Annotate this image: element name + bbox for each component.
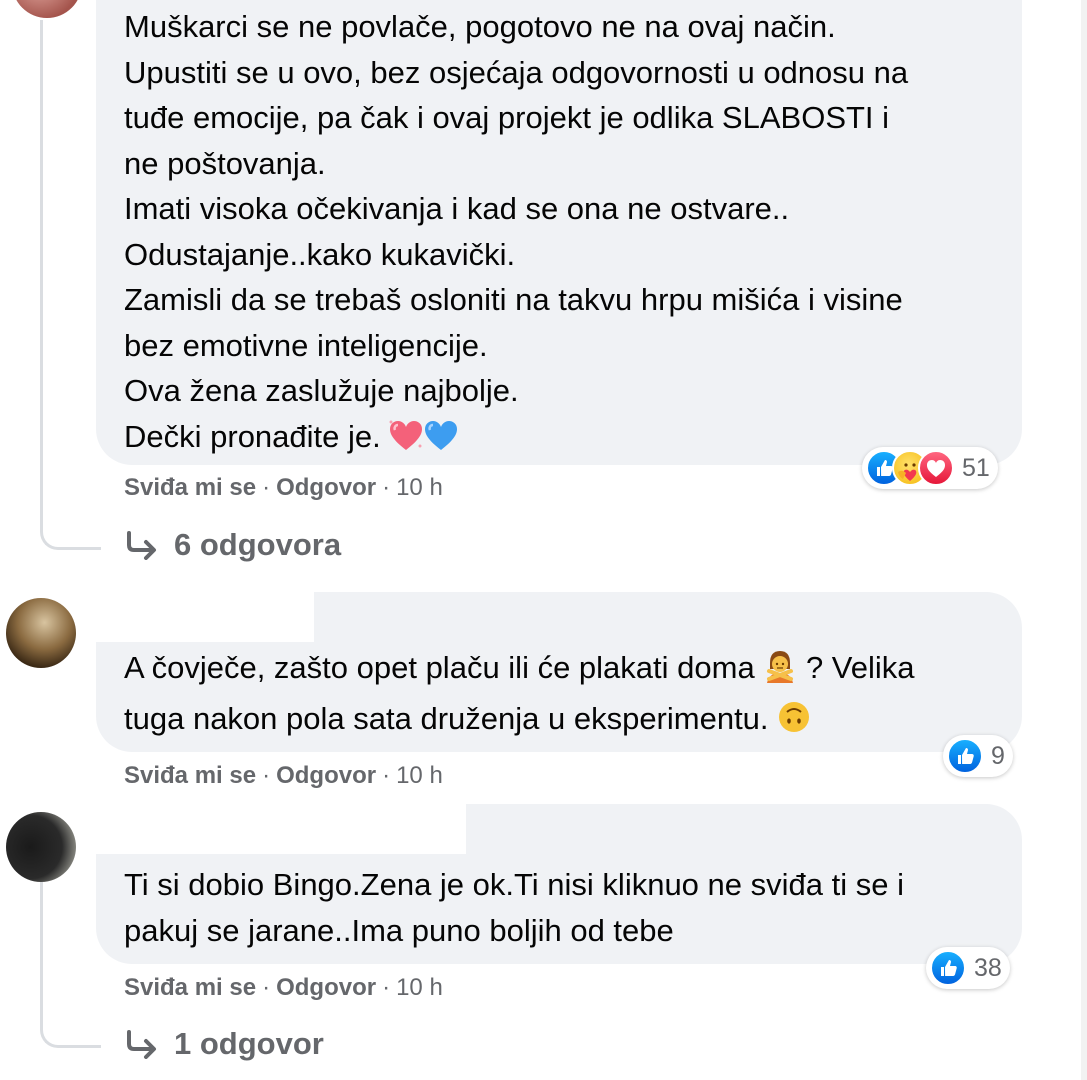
comment-text-line: Ti si dobio Bingo.Zena je ok.Ti nisi kli… [124,867,904,902]
thread-line [40,880,43,1020]
reply-arrow-icon [124,530,160,560]
replies-count-label: 1 odgovor [174,1026,324,1061]
comment-text-line: Odustajanje..kako kukavički. [124,236,516,272]
woman-gesturing-no-icon [763,649,797,696]
redacted-author-name [96,592,314,642]
view-replies-link[interactable]: 6 odgovora [124,527,341,563]
love-icon [918,450,954,486]
comment-text-line: tuga nakon pola sata druženja u eksperim… [124,696,915,747]
avatar[interactable] [12,0,82,18]
reply-link[interactable]: Odgovor [276,474,376,501]
reply-arrow-icon [124,1029,160,1059]
comment-text-line: Ova žena zaslužuje najbolje. [124,373,519,408]
comment-text-line: Muškarci se ne povlače, pogotovo ne na o… [124,9,836,44]
comment-text-line: Upustiti se u ovo, bez osjećaja odgovorn… [124,54,909,90]
comment-text-line: ne poštovanja. [124,145,326,181]
reply-link[interactable]: Odgovor [276,974,376,1001]
like-icon [930,950,966,986]
avatar[interactable] [6,598,76,668]
comment-actions: Sviđa mi se · Odgovor · 10 h [124,762,443,789]
replies-count-label: 6 odgovora [174,527,342,562]
like-link[interactable]: Sviđa mi se [124,974,256,1001]
comment-bubble: A čovječe, zašto opet plaču ili će plaka… [96,592,1022,752]
reactions-summary[interactable]: 38 [926,947,1010,989]
upside-down-face-icon [777,700,811,747]
comment-text-line: pakuj se jarane..Ima puno boljih od tebe [124,912,674,948]
comment-actions: Sviđa mi se · Odgovor · 10 h [124,974,443,1001]
reply-link[interactable]: Odgovor [276,762,376,789]
comment-actions: Sviđa mi se · Odgovor · 10 h [124,474,443,501]
comment-text-line: Dečki pronađite je. [124,414,908,465]
redacted-author-name [96,804,466,854]
view-replies-link[interactable]: 1 odgovor [124,1026,324,1062]
comment-bubble: Muškarci se ne povlače, pogotovo ne na o… [96,0,1022,465]
comment-text-line: Imati visoka očekivanja i kad se ona ne … [124,191,790,226]
reactions-summary[interactable]: 9 [943,735,1013,777]
comment-text-line: bez emotivne inteligencije. [124,327,488,363]
reaction-count: 9 [991,741,1005,770]
reaction-count: 38 [974,953,1002,982]
thread-line [40,20,43,520]
comment-text-line: tuđe emocije, pa čak i ovaj projekt je o… [124,100,890,135]
timestamp[interactable]: 10 h [396,474,443,501]
like-icon [947,738,983,774]
reactions-summary[interactable]: 51 [862,447,998,489]
sparkling-heart-icon [389,419,423,465]
like-link[interactable]: Sviđa mi se [124,762,256,789]
timestamp[interactable]: 10 h [396,762,443,789]
comment-text-line: Zamisli da se trebaš osloniti na takvu h… [124,282,903,317]
like-link[interactable]: Sviđa mi se [124,474,256,501]
thread-curve [40,1000,101,1048]
comment-text-line: A čovječe, zašto opet plaču ili će plaka… [124,645,915,696]
avatar[interactable] [6,812,76,882]
timestamp[interactable]: 10 h [396,974,443,1001]
thread-curve [40,500,101,550]
reaction-count: 51 [962,453,990,482]
comment-bubble: Ti si dobio Bingo.Zena je ok.Ti nisi kli… [96,804,1022,964]
blue-heart-icon [423,419,459,465]
scrollbar[interactable] [1081,0,1087,1080]
